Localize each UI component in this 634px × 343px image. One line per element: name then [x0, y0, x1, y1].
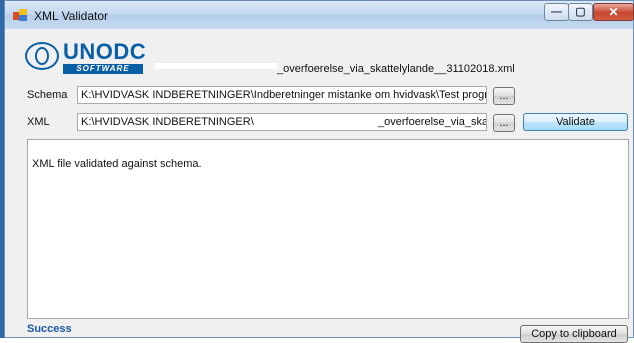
status-label: Success [27, 323, 72, 335]
copy-to-clipboard-button[interactable]: Copy to clipboard [520, 325, 628, 343]
maximize-icon: ▢ [575, 6, 586, 18]
schema-path-value: K:\HVIDVASK INDBERETNINGER\Indberetninge… [81, 89, 487, 101]
window-body: UNODC SOFTWARE _overfoerelse_via_skattel… [5, 29, 633, 343]
logo-brand: UNODC [63, 39, 147, 64]
schema-browse-button[interactable]: ... [493, 87, 515, 105]
xml-path-field[interactable]: K:\HVIDVASK INDBERETNINGER\ _overfoerels… [77, 113, 487, 131]
un-emblem-icon [25, 42, 59, 70]
schema-path-field[interactable]: K:\HVIDVASK INDBERETNINGER\Indberetninge… [77, 86, 487, 104]
validate-button[interactable]: Validate [523, 113, 628, 131]
xml-filename: _overfoerelse_via_skattelylande__3110201… [277, 63, 515, 75]
app-icon [13, 9, 27, 21]
result-textbox[interactable]: XML file validated against schema. [27, 139, 629, 319]
close-button[interactable]: ✕ [593, 3, 634, 21]
title-bar[interactable]: XML Validator — ▢ ✕ [5, 1, 634, 29]
schema-label: Schema [27, 89, 68, 101]
xml-validator-window: XML Validator — ▢ ✕ UNODC SOFTWARE _over… [4, 0, 634, 343]
xml-path-value: K:\HVIDVASK INDBERETNINGER\ [81, 116, 254, 128]
redaction [155, 63, 277, 69]
close-icon: ✕ [608, 5, 619, 19]
xml-path-suffix: _overfoerelse_via_ska [378, 116, 487, 128]
unodc-logo: UNODC SOFTWARE [25, 39, 155, 74]
xml-label: XML [27, 116, 50, 128]
logo-sub: SOFTWARE [63, 64, 143, 74]
minimize-button[interactable]: — [544, 3, 569, 21]
minimize-icon: — [551, 6, 562, 18]
window-title: XML Validator [34, 9, 109, 23]
result-message: XML file validated against schema. [32, 158, 202, 170]
maximize-button[interactable]: ▢ [568, 3, 593, 21]
xml-browse-button[interactable]: ... [493, 114, 515, 132]
